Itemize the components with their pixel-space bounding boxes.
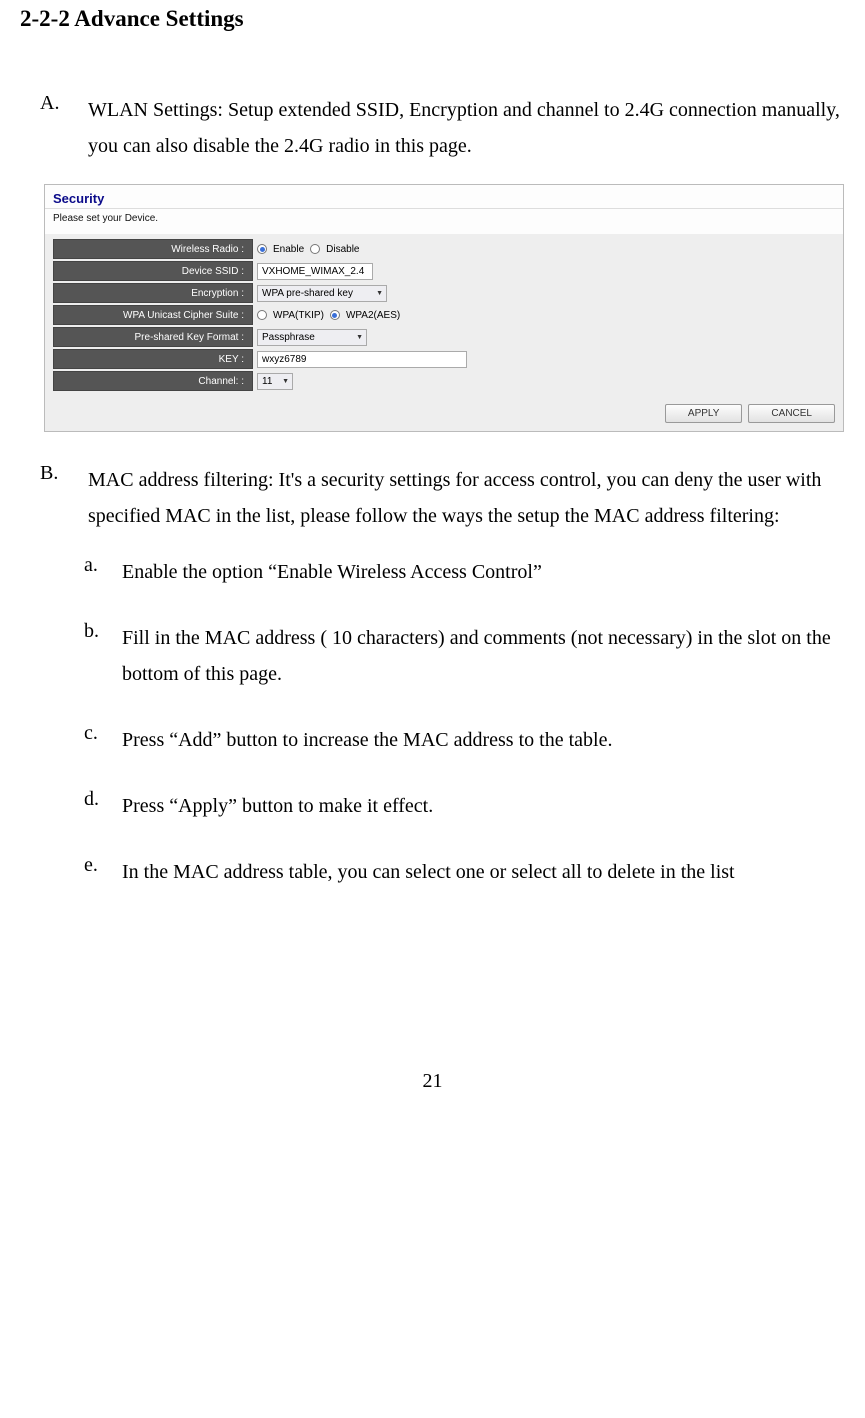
sub-b-marker: b. [84,620,122,692]
section-a: A. WLAN Settings: Setup extended SSID, E… [40,92,845,164]
radio-wpa-tkip[interactable] [257,310,267,320]
label-keyformat: Pre-shared Key Format : [53,327,253,347]
row-ssid: Device SSID : [53,260,835,282]
sub-e-text: In the MAC address table, you can select… [122,854,735,890]
row-wireless-radio: Wireless Radio : Enable Disable [53,238,835,260]
radio-wpa2-aes-label: WPA2(AES) [346,310,400,321]
radio-enable-label: Enable [273,244,304,255]
label-channel: Channel: : [53,371,253,391]
encryption-select[interactable]: WPA pre-shared key [257,285,387,302]
security-panel: Security Please set your Device. Wireles… [44,184,844,432]
ssid-input[interactable] [257,263,373,280]
sub-d-marker: d. [84,788,122,824]
sub-a-marker: a. [84,554,122,590]
apply-button[interactable]: APPLY [665,404,743,423]
radio-wpa-tkip-label: WPA(TKIP) [273,310,324,321]
radio-wpa2-aes[interactable] [330,310,340,320]
panel-subtext: Please set your Device. [45,209,843,234]
sub-a: a. Enable the option “Enable Wireless Ac… [84,554,845,590]
sub-a-text: Enable the option “Enable Wireless Acces… [122,554,542,590]
sub-b: b. Fill in the MAC address ( 10 characte… [84,620,845,692]
keyformat-select[interactable]: Passphrase [257,329,367,346]
sub-c: c. Press “Add” button to increase the MA… [84,722,845,758]
row-cipher: WPA Unicast Cipher Suite : WPA(TKIP) WPA… [53,304,835,326]
sub-c-text: Press “Add” button to increase the MAC a… [122,722,612,758]
panel-header: Security [45,185,843,209]
row-encryption: Encryption : WPA pre-shared key [53,282,835,304]
row-key: KEY : [53,348,835,370]
page-number: 21 [20,1070,845,1093]
sub-d-text: Press “Apply” button to make it effect. [122,788,433,824]
sub-d: d. Press “Apply” button to make it effec… [84,788,845,824]
label-key: KEY : [53,349,253,369]
row-keyformat: Pre-shared Key Format : Passphrase [53,326,835,348]
label-wireless-radio: Wireless Radio : [53,239,253,259]
sub-b-text: Fill in the MAC address ( 10 characters)… [122,620,845,692]
section-b-text: MAC address filtering: It's a security s… [88,462,845,534]
section-a-text: WLAN Settings: Setup extended SSID, Encr… [88,92,845,164]
label-ssid: Device SSID : [53,261,253,281]
radio-disable-label: Disable [326,244,359,255]
label-encryption: Encryption : [53,283,253,303]
key-input[interactable] [257,351,467,368]
cancel-button[interactable]: CANCEL [748,404,835,423]
channel-select[interactable]: 11 [257,373,293,390]
row-channel: Channel: : 11 [53,370,835,392]
label-cipher: WPA Unicast Cipher Suite : [53,305,253,325]
section-a-marker: A. [40,92,88,164]
sub-c-marker: c. [84,722,122,758]
sub-e-marker: e. [84,854,122,890]
radio-enable[interactable] [257,244,267,254]
section-b-marker: B. [40,462,88,534]
page-title: 2-2-2 Advance Settings [20,6,845,32]
radio-disable[interactable] [310,244,320,254]
sub-e: e. In the MAC address table, you can sel… [84,854,845,890]
section-b: B. MAC address filtering: It's a securit… [40,462,845,534]
